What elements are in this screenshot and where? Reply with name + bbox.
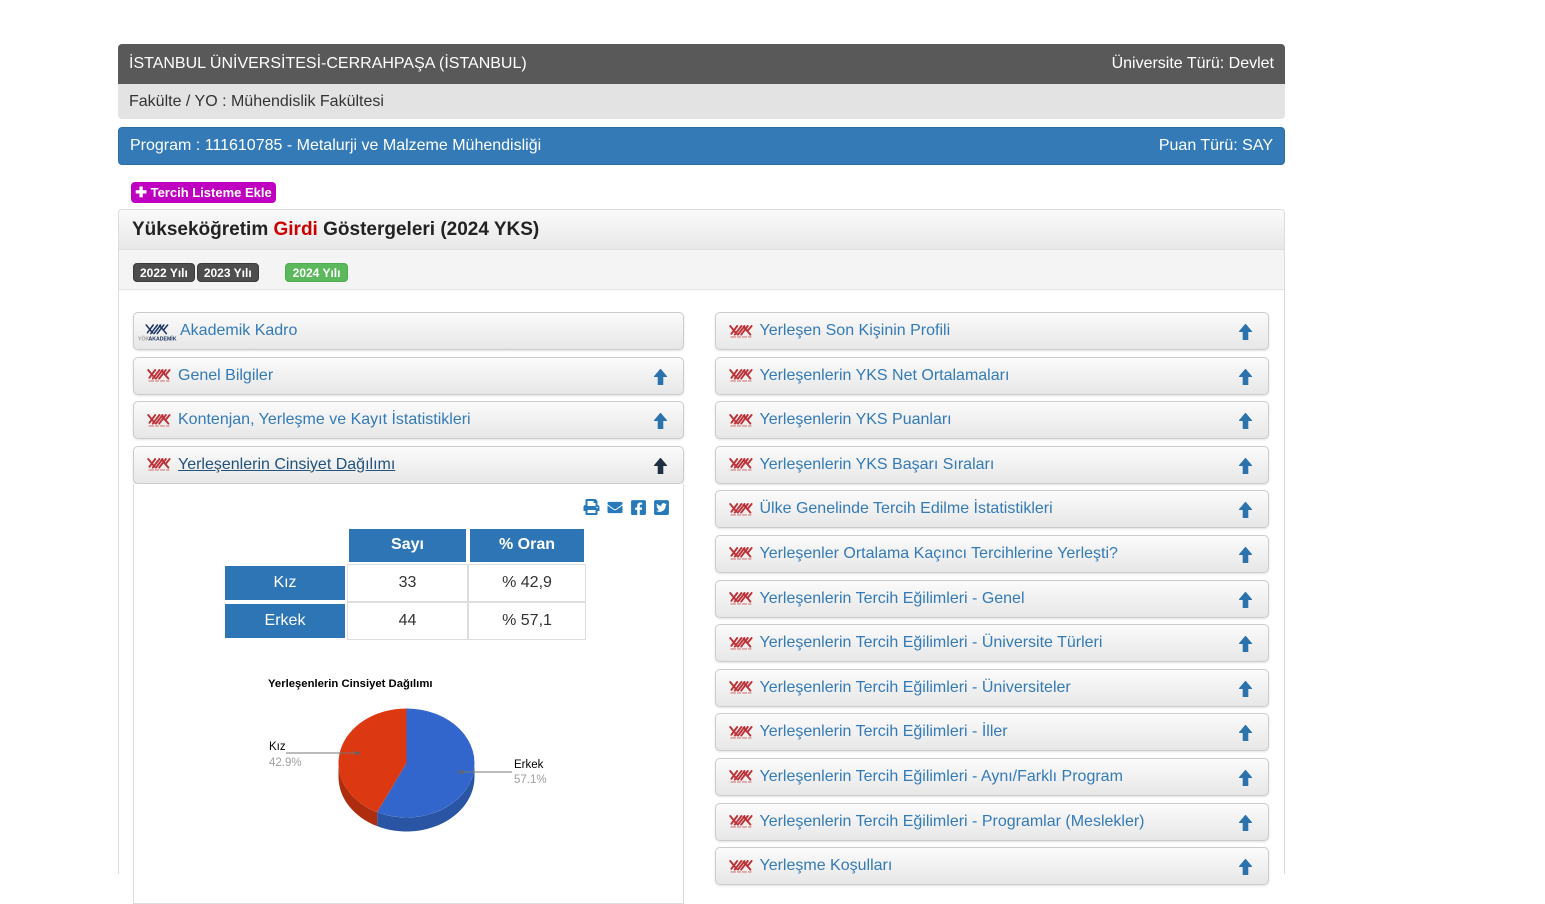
svg-text:AKADEMİK: AKADEMİK bbox=[149, 335, 177, 342]
svg-text:42.9%: 42.9% bbox=[269, 757, 302, 769]
svg-text:Erkek: Erkek bbox=[514, 759, 544, 771]
svg-text:Yerleşenlerin Cinsiyet Dağılım: Yerleşenlerin Cinsiyet Dağılımı bbox=[268, 678, 433, 690]
svg-text:57.1%: 57.1% bbox=[514, 774, 547, 786]
svg-text:Kız: Kız bbox=[269, 741, 286, 753]
